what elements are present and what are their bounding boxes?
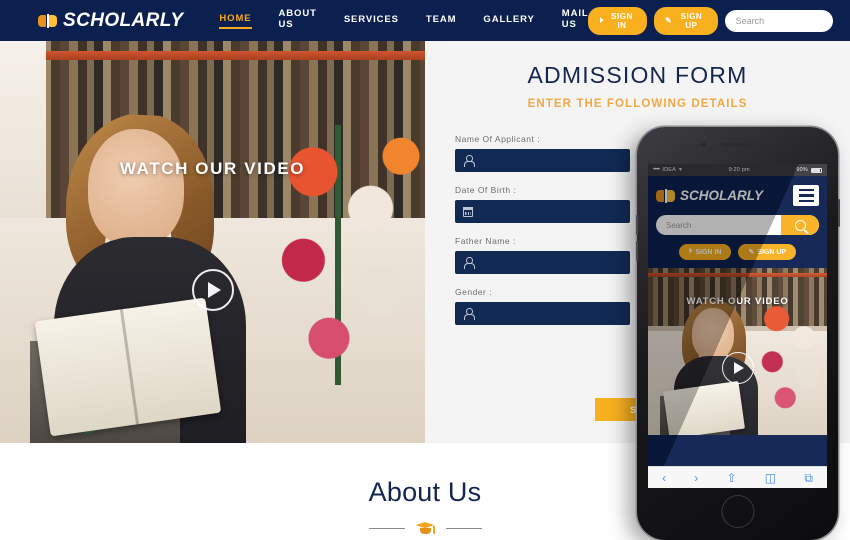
phone-flower-bouquet xyxy=(755,297,827,417)
phone-open-book-prop xyxy=(663,380,745,435)
home-button[interactable] xyxy=(721,495,754,528)
phone-status-bar: •••• IDEA ▾ 9:20 pm 90% xyxy=(648,164,827,176)
nav-links: HOME ABOUT US SERVICES TEAM GALLERY MAIL… xyxy=(219,8,588,33)
graduation-cap-icon xyxy=(415,522,435,535)
phone-logo-text: SCHOLARLY xyxy=(680,188,763,203)
nav-link-gallery[interactable]: GALLERY xyxy=(483,14,534,28)
logo-text: SCHOLARLY xyxy=(63,9,184,31)
phone-auth-buttons: ⏵ SIGN IN ✎ SIGN UP xyxy=(656,244,819,268)
search-box xyxy=(724,9,834,32)
hero-video-image[interactable]: WATCH OUR VIDEO xyxy=(0,41,425,443)
nav-link-mail-us[interactable]: MAIL US xyxy=(562,8,589,33)
sign-in-button[interactable]: ⏵ SIGN IN xyxy=(588,6,647,35)
navbar-actions: ⏵ SIGN IN ✎ SIGN UP xyxy=(588,6,834,35)
phone-screen: •••• IDEA ▾ 9:20 pm 90% SCHOLARLY Search… xyxy=(648,164,827,466)
phone-browser-toolbar: ‹ › ⇧ ◫ ⧉ xyxy=(648,466,827,488)
share-icon[interactable]: ⇧ xyxy=(727,472,737,484)
sign-up-button[interactable]: ✎ SIGN UP xyxy=(653,6,718,35)
phone-mockup: •••• IDEA ▾ 9:20 pm 90% SCHOLARLY Search… xyxy=(635,127,840,540)
nav-link-home[interactable]: HOME xyxy=(219,13,252,29)
status-time: 9:20 pm xyxy=(728,167,750,173)
calendar-icon xyxy=(463,206,473,217)
carrier-label: IDEA xyxy=(662,167,677,173)
sign-up-icon: ✎ xyxy=(664,16,673,25)
sign-in-label: SIGN IN xyxy=(611,11,633,30)
input-gender[interactable] xyxy=(455,302,630,325)
wifi-icon: ▾ xyxy=(679,167,683,173)
phone-sign-in-button[interactable]: ⏵ SIGN IN xyxy=(678,244,732,260)
phone-person-head xyxy=(692,308,734,360)
site-logo[interactable]: SCHOLARLY xyxy=(38,10,183,32)
volume-up-button[interactable] xyxy=(635,215,638,235)
phone-sign-up-button[interactable]: ✎ SIGN UP xyxy=(738,244,797,260)
label-name-of-applicant: Name Of Applicant : xyxy=(455,134,541,144)
phone-sign-in-label: SIGN IN xyxy=(695,248,722,256)
open-book-icon xyxy=(656,188,675,203)
signal-dots-icon: •••• xyxy=(653,167,660,173)
phone-search-button[interactable] xyxy=(781,215,819,235)
phone-hero-image[interactable]: WATCH OUR VIDEO xyxy=(648,268,827,435)
nav-link-services[interactable]: SERVICES xyxy=(344,14,399,28)
label-gender: Gender : xyxy=(455,287,493,297)
phone-play-triangle xyxy=(734,362,744,374)
form-fields: Name Of Applicant : Date Of Birth : Fath… xyxy=(455,134,630,325)
phone-sign-up-label: SIGN UP xyxy=(757,248,787,256)
shelf-board-top xyxy=(0,51,425,60)
phone-shelf-board xyxy=(648,273,827,277)
person-head xyxy=(88,129,184,247)
play-triangle xyxy=(208,282,221,298)
hero-overlay-text: WATCH OUR VIDEO xyxy=(119,159,306,178)
phone-search-box xyxy=(656,215,819,235)
volume-down-button[interactable] xyxy=(635,241,638,261)
nav-link-about-us[interactable]: ABOUT US xyxy=(279,8,317,33)
sign-in-icon: ⏵ xyxy=(688,248,693,255)
back-chevron-icon[interactable]: ‹ xyxy=(662,472,666,484)
phone-play-button-icon[interactable] xyxy=(721,352,754,384)
top-navbar: SCHOLARLY HOME ABOUT US SERVICES TEAM GA… xyxy=(0,0,850,41)
magnifier-icon xyxy=(794,219,806,231)
hamburger-menu-icon[interactable] xyxy=(793,185,819,206)
phone-navbar: SCHOLARLY ⏵ SIGN IN ✎ SIGN UP xyxy=(648,176,827,268)
page-title: ADMISSION FORM xyxy=(527,62,748,88)
phone-hero-overlay-text: WATCH OUR VIDEO xyxy=(686,296,789,307)
user-icon xyxy=(463,257,475,269)
label-date-of-birth: Date Of Birth : xyxy=(455,185,517,195)
open-book-icon xyxy=(38,13,57,28)
input-date-of-birth[interactable] xyxy=(455,200,630,223)
earpiece-speaker xyxy=(720,143,755,147)
sign-up-label: SIGN UP xyxy=(680,11,703,30)
play-button-icon[interactable] xyxy=(191,269,234,311)
bookmarks-icon[interactable]: ◫ xyxy=(765,472,776,484)
battery-icon xyxy=(811,167,822,173)
label-father-name: Father Name : xyxy=(455,236,516,246)
divider-line-right xyxy=(445,527,482,530)
front-camera xyxy=(701,142,706,147)
battery-percent: 90% xyxy=(796,167,808,173)
user-icon xyxy=(463,308,475,320)
wall-left xyxy=(0,41,46,241)
search-input[interactable] xyxy=(724,9,834,32)
sign-in-icon: ⏵ xyxy=(599,15,604,25)
input-father-name[interactable] xyxy=(455,251,630,274)
forward-chevron-icon[interactable]: › xyxy=(694,472,698,484)
power-button[interactable] xyxy=(837,199,840,227)
user-icon xyxy=(463,155,475,167)
form-subtitle: ENTER THE FOLLOWING DETAILS xyxy=(527,98,748,110)
tabs-icon[interactable]: ⧉ xyxy=(804,472,813,484)
nav-link-team[interactable]: TEAM xyxy=(426,14,457,28)
phone-search-input[interactable] xyxy=(656,220,781,230)
open-book-prop xyxy=(34,297,222,437)
input-name-of-applicant[interactable] xyxy=(455,149,630,172)
sign-up-icon: ✎ xyxy=(748,249,755,256)
divider-line-left xyxy=(368,527,405,530)
